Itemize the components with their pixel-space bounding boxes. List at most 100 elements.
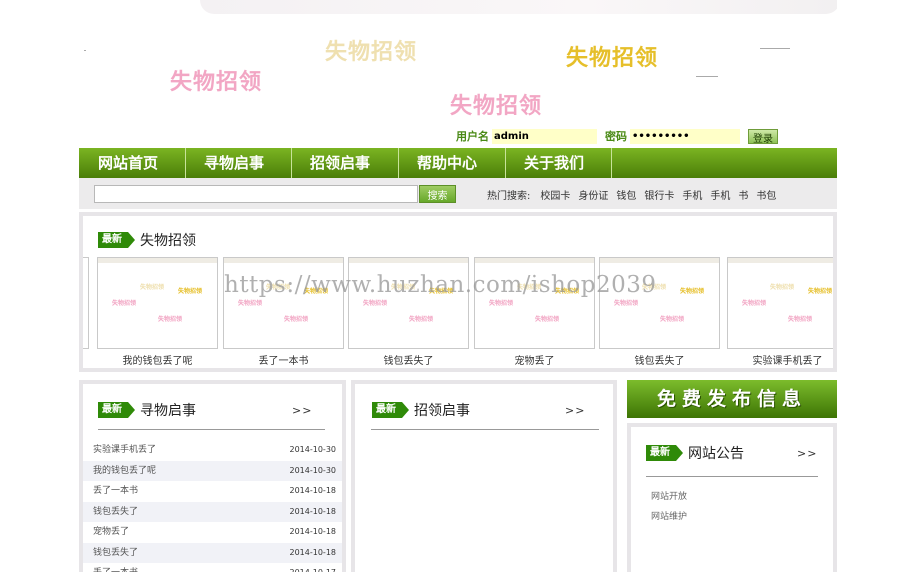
hot-term-bag[interactable]: 书包 bbox=[756, 187, 776, 202]
item-date: 2014-10-30 bbox=[289, 445, 337, 454]
thumb-caption[interactable]: 我的钱包丢了呢 bbox=[97, 352, 218, 367]
thumb-word: 失物招领 bbox=[535, 316, 560, 323]
site-banner: 失物招领 失物招领 失物招领 失物招领 bbox=[80, 0, 837, 130]
notice-title: 网站公告 bbox=[688, 446, 744, 462]
latest-tag: 最新 bbox=[98, 402, 135, 418]
password-label: 密码 bbox=[605, 130, 627, 143]
thumb-word: 失物招领 bbox=[614, 300, 639, 307]
item-title[interactable]: 钱包丢失了 bbox=[93, 502, 138, 523]
thumb-word: 失物招领 bbox=[158, 316, 183, 323]
nav-about[interactable]: 关于我们 bbox=[506, 148, 612, 178]
thumb-image[interactable]: 失物招领 失物招领 失物招领 失物招领 bbox=[348, 257, 469, 349]
banner-word-cream: 失物招领 bbox=[325, 40, 418, 65]
notice-header: 最新 网站公告 bbox=[646, 443, 744, 463]
username-input[interactable] bbox=[492, 128, 597, 144]
hot-term-phone-2[interactable]: 手机 bbox=[710, 187, 730, 202]
thumb-caption[interactable]: 丢了一本书 bbox=[223, 352, 344, 367]
thumb-image[interactable]: 失物招领 失物招领 失物招领 失物招领 bbox=[97, 257, 218, 349]
thumb-word: 失物招领 bbox=[112, 300, 137, 307]
thumb-word: 失物招领 bbox=[409, 316, 434, 323]
thumb-word: 失物招领 bbox=[517, 284, 542, 291]
thumb-caption[interactable]: 宠物丢了 bbox=[474, 352, 595, 367]
banner-speck bbox=[84, 50, 86, 51]
found-header: 最新 招领启事 bbox=[372, 400, 470, 420]
notice-more-link[interactable]: >> bbox=[797, 447, 817, 460]
nav-home[interactable]: 网站首页 bbox=[79, 148, 186, 178]
hot-searches: 热门搜索: 校园卡 身份证 钱包 银行卡 手机 手机 书 书包 bbox=[487, 187, 784, 202]
seek-more-link[interactable]: >> bbox=[292, 404, 312, 417]
gallery-item[interactable]: 失物招领 失物招领 失物招领 失物招领 钱包丢失了 bbox=[599, 257, 720, 367]
divider bbox=[371, 429, 599, 430]
item-title[interactable]: 宠物丢了 bbox=[93, 522, 129, 543]
thumb-image[interactable]: 失物招领 失物招领 失物招领 失物招领 bbox=[599, 257, 720, 349]
hot-term-phone[interactable]: 手机 bbox=[682, 187, 702, 202]
list-item[interactable]: 钱包丢失了 2014-10-18 bbox=[83, 501, 342, 523]
thumb-word: 失物招领 bbox=[429, 288, 454, 295]
banner-streak bbox=[200, 0, 837, 14]
gallery-item[interactable]: 失物招领 失物招领 失物招领 失物招领 我的钱包丢了呢 bbox=[97, 257, 218, 367]
thumb-caption[interactable]: 钱包丢失了 bbox=[599, 352, 720, 367]
list-item[interactable]: 实验课手机丢了 2014-10-30 bbox=[83, 440, 342, 461]
gallery-item[interactable]: 失物招领 失物招领 失物招领 失物招领 钱包丢失了 bbox=[348, 257, 469, 367]
thumb-partial bbox=[83, 257, 89, 349]
thumb-caption[interactable]: 实验课手机丢了 bbox=[727, 352, 833, 367]
latest-tag: 最新 bbox=[98, 232, 135, 248]
gallery-item[interactable]: 失物招领 失物招领 失物招领 失物招领 实验课手机丢了 bbox=[727, 257, 833, 367]
thumb-word: 失物招领 bbox=[642, 284, 667, 291]
list-item[interactable]: 丢了一本书 2014-10-18 bbox=[83, 481, 342, 502]
item-title[interactable]: 实验课手机丢了 bbox=[93, 440, 156, 461]
hot-term-wallet[interactable]: 钱包 bbox=[616, 187, 636, 202]
free-publish-button[interactable]: 免费发布信息 bbox=[627, 380, 837, 418]
gallery-item[interactable]: 失物招领 失物招领 失物招领 失物招领 丢了一本书 bbox=[223, 257, 344, 367]
banner-word-gold: 失物招领 bbox=[566, 46, 659, 71]
hot-term-book[interactable]: 书 bbox=[738, 187, 748, 202]
nav-seek[interactable]: 寻物启事 bbox=[186, 148, 292, 178]
list-item[interactable]: 钱包丢失了 2014-10-18 bbox=[83, 542, 342, 564]
password-input[interactable] bbox=[630, 128, 740, 144]
hot-term-bank-card[interactable]: 银行卡 bbox=[644, 187, 674, 202]
gallery-title: 失物招领 bbox=[140, 233, 196, 249]
seek-title: 寻物启事 bbox=[140, 403, 196, 419]
login-button[interactable]: 登录 bbox=[748, 128, 778, 145]
found-more-link[interactable]: >> bbox=[565, 404, 585, 417]
notice-list: 网站开放 网站维护 bbox=[651, 487, 687, 527]
thumb-word: 失物招领 bbox=[680, 288, 705, 295]
hot-term-campus-card[interactable]: 校园卡 bbox=[540, 187, 570, 202]
banner-word-pink: 失物招领 bbox=[170, 70, 263, 95]
thumb-word: 失物招领 bbox=[140, 284, 165, 291]
thumb-word: 失物招领 bbox=[266, 284, 291, 291]
notice-item[interactable]: 网站开放 bbox=[651, 487, 687, 507]
thumb-word: 失物招领 bbox=[808, 288, 833, 295]
list-item[interactable]: 宠物丢了 2014-10-18 bbox=[83, 522, 342, 543]
item-title[interactable]: 我的钱包丢了呢 bbox=[93, 461, 156, 482]
thumb-image[interactable]: 失物招领 失物招领 失物招领 失物招领 bbox=[727, 257, 833, 349]
nav-found[interactable]: 招领启事 bbox=[292, 148, 399, 178]
item-title[interactable]: 钱包丢失了 bbox=[93, 543, 138, 564]
found-title: 招领启事 bbox=[414, 403, 470, 419]
thumb-word: 失物招领 bbox=[660, 316, 685, 323]
site-notice-panel: 最新 网站公告 >> 网站开放 网站维护 bbox=[627, 423, 837, 572]
item-title[interactable]: 丢了一本书 bbox=[93, 481, 138, 502]
item-date: 2014-10-18 bbox=[289, 506, 337, 516]
thumb-word: 失物招领 bbox=[770, 284, 795, 291]
item-date: 2014-10-30 bbox=[289, 465, 337, 475]
thumb-caption[interactable]: 钱包丢失了 bbox=[348, 352, 469, 367]
list-item[interactable]: 我的钱包丢了呢 2014-10-30 bbox=[83, 460, 342, 482]
thumb-image[interactable]: 失物招领 失物招领 失物招领 失物招领 bbox=[474, 257, 595, 349]
notice-item[interactable]: 网站维护 bbox=[651, 507, 687, 527]
item-title[interactable]: 丢了一本书 bbox=[93, 563, 138, 572]
search-input[interactable] bbox=[94, 185, 418, 203]
divider bbox=[646, 476, 818, 477]
hot-term-id-card[interactable]: 身份证 bbox=[578, 187, 608, 202]
nav-help[interactable]: 帮助中心 bbox=[399, 148, 506, 178]
search-button[interactable]: 搜索 bbox=[419, 185, 456, 203]
seek-list: 实验课手机丢了 2014-10-30 我的钱包丢了呢 2014-10-30 丢了一本… bbox=[83, 440, 342, 572]
thumb-word: 失物招领 bbox=[304, 288, 329, 295]
login-bar: 用户名 密码 登录 bbox=[456, 128, 778, 145]
thumb-word: 失物招领 bbox=[742, 300, 767, 307]
gallery-item[interactable]: 失物招领 失物招领 失物招领 失物招领 宠物丢了 bbox=[474, 257, 595, 367]
seek-notices-panel: 最新 寻物启事 >> 实验课手机丢了 2014-10-30 我的钱包丢了呢 2014… bbox=[79, 380, 346, 572]
thumb-image[interactable]: 失物招领 失物招领 失物招领 失物招领 bbox=[223, 257, 344, 349]
thumb-word: 失物招领 bbox=[391, 284, 416, 291]
list-item[interactable]: 丢了一本书 2014-10-17 bbox=[83, 563, 342, 572]
